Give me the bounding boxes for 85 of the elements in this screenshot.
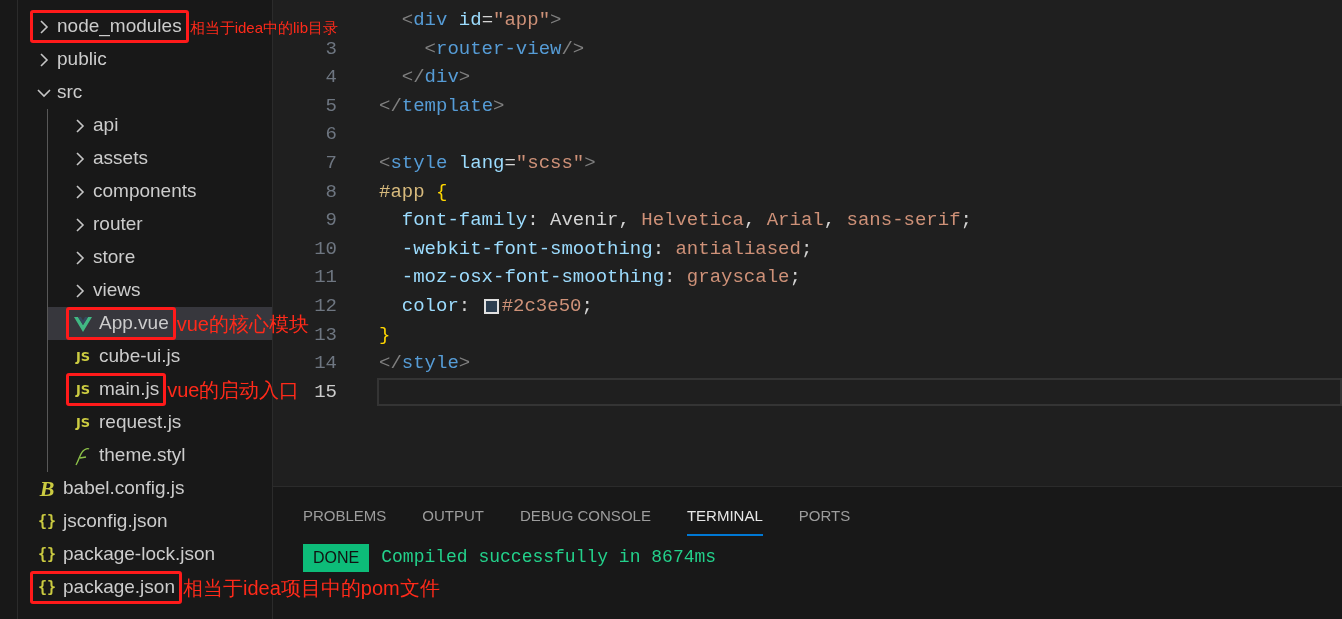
folder-name: assets [93,146,148,171]
file-name: jsconfig.json [63,509,168,534]
line-number: 15 [314,380,337,403]
line-number: 13 [314,323,337,346]
chevron-right-icon[interactable] [37,18,51,35]
annotation-text: 相当于idea项目中的pom文件 [182,577,440,598]
folder-name: src [57,80,83,105]
js-file-icon: JS [73,416,93,429]
json-file-icon: {} [37,514,57,529]
code-text: #2c3e50; [501,294,593,319]
file-name: cube-ui.js [99,344,181,369]
tree-row[interactable]: src [18,76,272,109]
panel-tab[interactable]: PROBLEMS [303,501,387,536]
file-name: main.js [99,377,160,402]
file-name: package-lock.json [63,542,216,567]
folder-name: router [93,212,143,237]
code-text: -moz-osx-font-smoothing: grayscale; [400,265,801,291]
chevron-right-icon[interactable] [73,117,87,134]
line-number: 6 [325,123,337,146]
chevron-right-icon[interactable] [73,183,87,200]
code-text: color: [400,294,472,319]
folder-name: components [93,179,197,204]
tree-row[interactable]: JS cube-ui.js [48,340,272,373]
line-number: 12 [314,295,337,317]
line-number: 10 [314,237,337,260]
tree-row[interactable]: components [48,175,272,208]
code-text: #app { [379,179,448,205]
code-text: font-family: Avenir, Helvetica, Arial, sans-serif; [400,208,972,234]
tree-row[interactable]: {} jsconfig.json [18,505,272,538]
json-file-icon: {} [37,547,57,562]
chevron-right-icon[interactable] [73,249,87,266]
tree-row[interactable]: views [48,274,272,307]
tree-row[interactable]: assets [48,142,272,175]
file-name: babel.config.js [63,476,185,501]
line-number: 8 [325,180,337,203]
line-number: 9 [325,209,337,232]
file-name: request.js [99,410,182,435]
file-name: theme.styl [99,443,186,468]
line-number: 5 [325,94,337,117]
panel-tab[interactable]: OUTPUT [422,501,485,536]
code-text: </style> [379,351,471,377]
code-text: -webkit-font-smoothing: antialiased; [400,236,813,262]
json-file-icon: {} [37,580,57,595]
tree-row[interactable]: public [18,43,272,76]
line-number: 14 [314,352,337,375]
line-number: 3 [325,37,337,60]
annotation-text: 相当于idea中的lib目录 [189,19,339,34]
folder-name: node_modules [57,14,182,39]
chevron-right-icon[interactable] [73,150,87,167]
tree-row[interactable]: theme.styl [48,439,272,472]
line-number: 7 [325,152,337,174]
folder-name: api [93,113,119,138]
chevron-right-icon[interactable] [37,51,51,68]
tree-row[interactable]: JS request.js [48,406,272,439]
tree-row[interactable]: B babel.config.js [18,472,272,505]
annotation-text: vue的核心模块 [176,313,309,334]
code-text: <router-view/> [423,36,585,62]
code-text: </div> [400,65,471,91]
tree-row[interactable]: store [48,241,272,274]
file-name: package.json [63,575,175,600]
js-file-icon: JS [73,350,93,363]
file-name: App.vue [99,311,169,336]
chevron-right-icon[interactable] [73,216,87,233]
code-text: } [379,322,391,348]
code-text: <div id="app"> [400,8,562,34]
color-swatch-icon[interactable] [483,298,499,314]
status-label: DONE [303,543,370,572]
line-number: 4 [325,66,337,89]
terminal-output: Compiled successfully in 8674ms [381,546,717,569]
chevron-right-icon[interactable] [73,282,87,299]
panel-tab[interactable]: TERMINAL [686,501,763,536]
folder-name: store [93,245,136,270]
tree-row[interactable]: router [48,208,272,241]
annotation-text: vue的启动入口 [167,379,300,400]
tree-row[interactable]: api [48,109,272,142]
code-text: <style lang="scss"> [379,151,596,176]
babel-file-icon: B [37,477,57,500]
line-number: 11 [314,266,337,289]
panel-tab[interactable]: DEBUG CONSOLE [520,501,651,536]
folder-name: views [93,278,141,303]
folder-name: public [57,47,107,72]
panel-tab[interactable]: PORTS [798,501,851,536]
js-file-icon: JS [73,383,93,396]
code-text: </template> [379,93,505,119]
tree-row[interactable]: {} package-lock.json [18,538,272,571]
